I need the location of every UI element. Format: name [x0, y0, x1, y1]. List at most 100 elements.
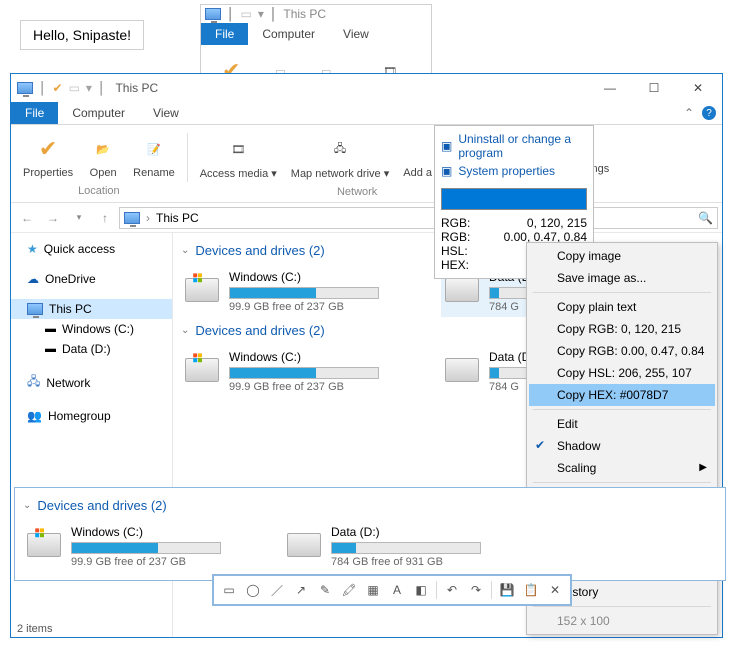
drive-icon: ▬: [45, 323, 56, 335]
menu-copy-rgb-int[interactable]: Copy RGB: 0, 120, 215: [529, 318, 715, 340]
pencil-tool[interactable]: ✎: [314, 579, 336, 601]
nav-this-pc[interactable]: This PC: [11, 299, 172, 319]
monitor-icon: [205, 8, 221, 20]
monitor-icon: [27, 303, 43, 315]
up-button[interactable]: ↑: [93, 206, 117, 230]
cloud-icon: ☁: [27, 272, 39, 286]
copy-button[interactable]: 📋: [520, 579, 542, 601]
tab-view[interactable]: View: [139, 102, 193, 124]
nav-data-d[interactable]: ▬Data (D:): [11, 339, 172, 359]
drive-icon: [185, 278, 219, 302]
tab-view[interactable]: View: [329, 23, 383, 45]
doc-icon: ▭: [241, 7, 252, 21]
eraser-tool[interactable]: ◧: [410, 579, 432, 601]
program-icon: ▣: [441, 139, 452, 153]
menu-edit[interactable]: Edit: [529, 413, 715, 435]
properties-button[interactable]: ✔Properties: [17, 129, 79, 183]
group-label-location: Location: [78, 183, 120, 201]
search-icon: 🔍: [698, 211, 713, 225]
menu-copy-hsl[interactable]: Copy HSL: 206, 255, 107: [529, 362, 715, 384]
menu-shadow[interactable]: ✔Shadow: [529, 435, 715, 457]
close-button[interactable]: ✕: [676, 74, 720, 102]
open-icon: 📂: [87, 133, 119, 165]
nav-network[interactable]: 🖧Network: [11, 369, 172, 396]
tab-computer[interactable]: Computer: [248, 23, 329, 45]
help-icon[interactable]: ?: [702, 106, 716, 120]
access-media-button[interactable]: 🎞Access media ▾: [194, 129, 283, 184]
check-icon: ✔: [535, 438, 545, 452]
address-bar: ← → ▾ ↑ › This PC 🔍: [11, 203, 722, 233]
menu-copy-plain-text[interactable]: Copy plain text: [529, 296, 715, 318]
nav-onedrive[interactable]: ☁OneDrive: [11, 269, 172, 289]
window-title: This PC: [115, 81, 158, 95]
qat-title: This PC: [283, 7, 326, 21]
ribbon: ✔Properties 📂Open 📝Rename Location 🎞Acce…: [11, 125, 722, 203]
homegroup-icon: 👥: [27, 409, 42, 423]
drive-windows-c[interactable]: Windows (C:)99.9 GB free of 237 GB: [181, 266, 421, 317]
drive-icon: [445, 278, 479, 302]
rename-icon: 📝: [138, 133, 170, 165]
titlebar: │ ✔ ▭ ▾ │ This PC — ☐ ✕: [11, 74, 722, 102]
chevron-down-icon: ⌄: [23, 500, 31, 511]
menu-copy-hex[interactable]: Copy HEX: #0078D7: [529, 384, 715, 406]
star-icon: ★: [27, 242, 38, 256]
menu-copy-image[interactable]: Copy image: [529, 245, 715, 267]
drive-windows-c[interactable]: Windows (C:)99.9 GB free of 237 GB: [181, 346, 421, 397]
map-drive-button[interactable]: 🖧Map network drive ▾: [285, 129, 395, 184]
color-swatch: [441, 188, 587, 210]
tab-file[interactable]: File: [201, 23, 248, 45]
menu-save-image-as[interactable]: Save image as...: [529, 267, 715, 289]
maximize-button[interactable]: ☐: [632, 74, 676, 102]
minimize-button[interactable]: —: [588, 74, 632, 102]
drive-windows-c[interactable]: Windows (C:)99.9 GB free of 237 GB: [23, 521, 263, 572]
marker-tool[interactable]: 🖍: [338, 579, 360, 601]
drive-icon: ▬: [45, 343, 56, 355]
group-header[interactable]: ⌄Devices and drives (2): [23, 492, 717, 521]
network-drive-icon: 🖧: [324, 133, 356, 165]
close-button[interactable]: ✕: [544, 579, 566, 601]
drive-icon: [185, 358, 219, 382]
submenu-arrow-icon: ▶: [699, 462, 707, 473]
undo-button[interactable]: ↶: [441, 579, 463, 601]
status-bar: 2 items: [17, 623, 52, 635]
chevron-down-icon: ⌄: [181, 325, 189, 336]
system-props-link[interactable]: ▣System properties: [441, 162, 587, 180]
redo-button[interactable]: ↷: [465, 579, 487, 601]
text-tool[interactable]: A: [386, 579, 408, 601]
tab-file[interactable]: File: [11, 102, 58, 124]
save-button[interactable]: 💾: [496, 579, 518, 601]
chevron-down-icon: ▾: [258, 7, 264, 21]
divider-icon: │: [39, 81, 47, 95]
drive-data-d[interactable]: Data (D:)784 GB free of 931 GB: [283, 521, 523, 572]
group-label-network: Network: [337, 184, 377, 202]
divider-icon: │: [270, 7, 278, 21]
arrow-tool[interactable]: ↗: [290, 579, 312, 601]
recent-button[interactable]: ▾: [67, 206, 91, 230]
line-tool[interactable]: ／: [266, 579, 288, 601]
network-icon: 🖧: [27, 372, 40, 393]
rect-tool[interactable]: ▭: [218, 579, 240, 601]
check-icon: ✔: [53, 81, 63, 95]
annotation-toolbar: ▭ ◯ ／ ↗ ✎ 🖍 ▦ A ◧ ↶ ↷ 💾 📋 ✕: [212, 574, 572, 606]
menu-copy-rgb-dec[interactable]: Copy RGB: 0.00, 0.47, 0.84: [529, 340, 715, 362]
nav-quick-access[interactable]: ★Quick access: [11, 239, 172, 259]
back-button[interactable]: ←: [15, 206, 39, 230]
rename-button[interactable]: 📝Rename: [127, 129, 181, 183]
monitor-icon: [124, 212, 140, 224]
nav-homegroup[interactable]: 👥Homegroup: [11, 406, 172, 426]
media-icon: 🎞: [222, 133, 254, 165]
forward-button[interactable]: →: [41, 206, 65, 230]
menu-dimensions: 152 x 100: [529, 610, 715, 632]
menu-scaling[interactable]: Scaling▶: [529, 457, 715, 479]
uninstall-link[interactable]: ▣Uninstall or change a program: [441, 130, 587, 162]
nav-windows-c[interactable]: ▬Windows (C:): [11, 319, 172, 339]
divider-icon: │: [98, 81, 106, 95]
mosaic-tool[interactable]: ▦: [362, 579, 384, 601]
open-button[interactable]: 📂Open: [81, 129, 125, 183]
gear-icon: ▣: [441, 164, 452, 178]
ellipse-tool[interactable]: ◯: [242, 579, 264, 601]
tab-computer[interactable]: Computer: [58, 102, 139, 124]
drive-icon: [287, 533, 321, 557]
chevron-up-icon[interactable]: ⌃: [684, 106, 694, 120]
chevron-down-icon: ⌄: [181, 245, 189, 256]
